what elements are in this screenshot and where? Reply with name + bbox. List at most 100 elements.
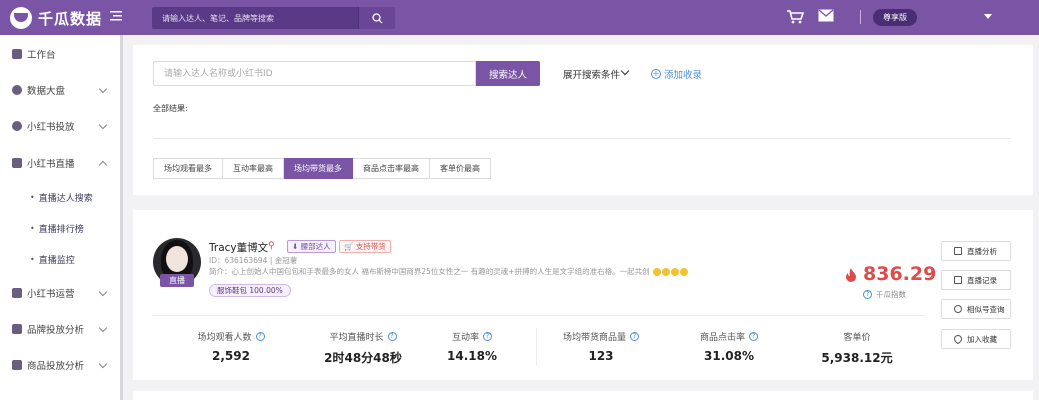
sort-tab-avg-sales[interactable]: 场均带货最多 — [284, 158, 353, 179]
stat-label: 互动率 — [451, 333, 479, 343]
pin-icon: ⚲ — [268, 241, 275, 251]
sidebar-subitem-label: 直播达人搜索 — [38, 193, 93, 204]
sidebar-item-label: 商品投放分析 — [27, 361, 85, 372]
cart-icon[interactable] — [786, 9, 805, 25]
expand-filters-link[interactable]: 展开搜索条件 — [563, 67, 620, 81]
help-icon: ? — [863, 290, 872, 299]
stat-avg-products: 场均带货商品量? 123 — [541, 330, 661, 363]
search-icon — [954, 305, 962, 313]
divider — [536, 328, 537, 366]
emoji-icon — [679, 268, 688, 276]
category-pill: 服饰鞋包 100.00% — [209, 284, 291, 297]
global-search-input[interactable] — [152, 7, 358, 29]
brand-name: 千瓜数据 — [38, 9, 103, 28]
top-divider — [860, 10, 861, 24]
live-records-button[interactable]: 直播记录 — [941, 270, 1011, 290]
plus-circle-icon: + — [651, 69, 661, 79]
chevron-down-icon — [98, 287, 108, 297]
promotion-icon — [12, 121, 22, 131]
pie-chart-icon — [12, 85, 22, 95]
sort-tab-unit-price[interactable]: 客单价最高 — [430, 158, 491, 179]
add-favorite-button[interactable]: 加入收藏 — [941, 329, 1011, 349]
help-icon[interactable]: ? — [749, 332, 758, 341]
sidebar-item-label: 数据大盘 — [27, 86, 66, 97]
sidebar-item-product-analysis[interactable]: 商品投放分析 — [0, 355, 120, 375]
button-label: 相似号查询 — [967, 304, 1005, 314]
bio-text: 简介：心上创始人中国包包和手表最多的女人 福布斯榜中国商界25位女性之一 有趣的… — [209, 267, 650, 276]
add-collect-label: 添加收录 — [664, 70, 703, 81]
sidebar-item-xhs-promotion[interactable]: 小红书投放 — [0, 116, 120, 136]
sidebar-subitem-live-ranking[interactable]: 直播排行榜 — [0, 219, 120, 237]
emoji-icon — [652, 268, 661, 276]
bar-chart-icon — [12, 324, 22, 334]
mail-icon[interactable] — [818, 9, 836, 25]
sidebar-scrollbar[interactable] — [120, 35, 123, 400]
sort-tab-interaction-rate[interactable]: 互动率最高 — [223, 158, 284, 179]
similar-accounts-button[interactable]: 相似号查询 — [941, 299, 1011, 319]
sort-tabs: 场均观看最多 互动率最高 场均带货最多 商品点击率最高 客单价最高 — [153, 158, 491, 179]
stat-label: 商品点击率 — [699, 333, 745, 343]
kol-search-input[interactable] — [153, 61, 476, 86]
top-bar: 千瓜数据 尊享版 — [0, 0, 1039, 35]
stat-value: 2,592 — [212, 349, 250, 363]
index-label-text: 千瓜指数 — [876, 290, 906, 299]
add-collect-link[interactable]: + 添加收录 — [651, 67, 702, 81]
sidebar-item-dashboard[interactable]: 数据大盘 — [0, 80, 120, 100]
menu-toggle-icon[interactable] — [110, 10, 124, 24]
sidebar-item-brand-analysis[interactable]: 品牌投放分析 — [0, 319, 120, 339]
stat-avg-duration: 平均直播时长? 2时48分48秒 — [303, 330, 423, 366]
stat-label: 场均带货商品量 — [562, 333, 626, 343]
help-icon[interactable]: ? — [255, 332, 265, 341]
emoji-icon — [670, 268, 679, 276]
qiangua-index-label[interactable]: ? 千瓜指数 — [863, 289, 906, 300]
supports-sales-tag: 🛒 支持带货 — [339, 240, 391, 253]
sidebar-item-label: 小红书运营 — [27, 289, 75, 300]
user-menu-chevron-down-icon[interactable] — [984, 14, 992, 19]
sidebar-subitem-label: 直播排行榜 — [38, 224, 84, 235]
global-search-button[interactable] — [358, 7, 395, 29]
qiangua-index-value: 836.29 — [863, 263, 937, 285]
stat-click-rate: 商品点击率? 31.08% — [669, 330, 789, 363]
stat-value: 31.08% — [704, 349, 754, 363]
stat-label: 场均观看人数 — [197, 333, 252, 343]
sidebar-item-label: 品牌投放分析 — [27, 325, 85, 336]
sidebar-item-label: 小红书直播 — [27, 159, 75, 170]
grid-icon — [12, 49, 22, 59]
next-result-card — [133, 391, 1033, 400]
search-kol-button[interactable]: 搜索达人 — [476, 61, 540, 86]
sidebar-subitem-live-search[interactable]: 直播达人搜索 — [0, 188, 120, 206]
chevron-down-icon — [98, 359, 108, 369]
tag-label: 腰部达人 — [300, 242, 331, 251]
all-results-label: 全部结果: — [153, 104, 188, 113]
sidebar-item-xhs-live[interactable]: 小红书直播 — [0, 153, 120, 173]
divider — [153, 138, 1011, 139]
chevron-down-icon — [98, 120, 108, 130]
help-icon[interactable]: ? — [387, 332, 397, 341]
kol-name[interactable]: Tracy董博文 — [209, 240, 268, 255]
divider — [153, 315, 925, 316]
live-analysis-button[interactable]: 直播分析 — [941, 241, 1011, 261]
heart-icon — [952, 333, 964, 345]
brand-logo[interactable]: 千瓜数据 — [10, 6, 102, 30]
sort-tab-click-rate[interactable]: 商品点击率最高 — [353, 158, 430, 179]
help-icon[interactable]: ? — [483, 332, 492, 341]
emoji-icon — [661, 268, 670, 276]
sidebar-subitem-live-monitor[interactable]: 直播监控 — [0, 250, 120, 268]
sidebar-item-workbench[interactable]: 工作台 — [0, 44, 120, 64]
sidebar-item-label: 小红书投放 — [27, 122, 75, 133]
sidebar-item-xhs-operation[interactable]: 小红书运营 — [0, 283, 120, 303]
button-label: 直播分析 — [967, 246, 997, 256]
stat-label: 平均直播时长 — [329, 333, 384, 343]
search-panel: 搜索达人 展开搜索条件 + 添加收录 全部结果: 场均观看最多 互动率最高 场均… — [133, 45, 1033, 195]
edition-badge[interactable]: 尊享版 — [873, 9, 917, 26]
stat-label: 客单价 — [843, 333, 871, 343]
help-icon[interactable]: ? — [630, 332, 639, 341]
chevron-down-icon[interactable] — [620, 66, 630, 76]
search-icon — [371, 12, 382, 23]
button-label: 加入收藏 — [967, 334, 997, 344]
video-icon — [12, 158, 22, 168]
stat-value: 5,938.12元 — [821, 351, 893, 365]
sidebar-subitem-label: 直播监控 — [38, 255, 75, 266]
sort-tab-avg-views[interactable]: 场均观看最多 — [153, 158, 223, 179]
kol-bio: 简介：心上创始人中国包包和手表最多的女人 福布斯榜中国商界25位女性之一 有趣的… — [209, 266, 709, 277]
